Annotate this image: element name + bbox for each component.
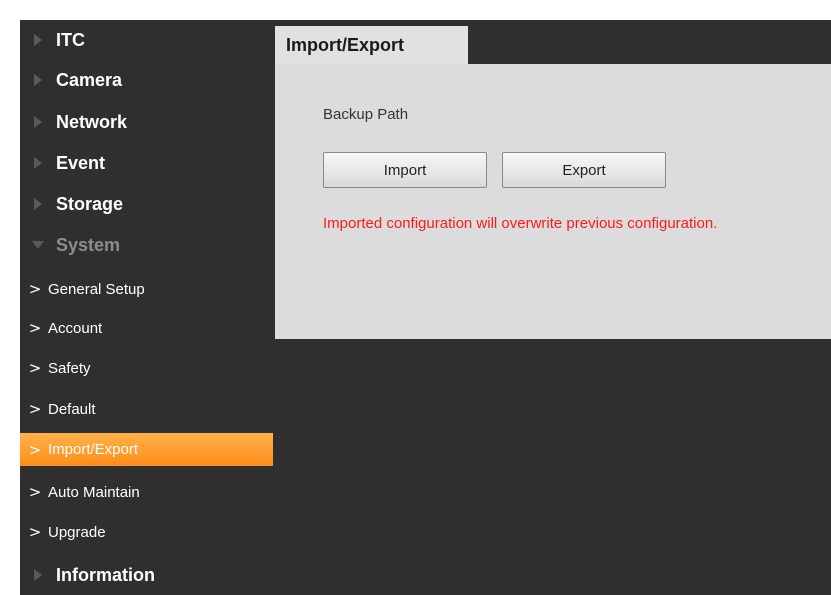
chevron-right-icon: > [28,440,42,459]
chevron-right-icon: > [28,319,42,337]
sidebar-subitem-label: Auto Maintain [48,483,140,501]
chevron-right-icon: > [28,400,42,418]
triangle-right-icon [34,198,42,210]
triangle-right-icon [34,74,42,86]
sidebar-item-label: Storage [56,193,124,214]
sidebar-subitem-upgrade[interactable]: > Upgrade [20,512,273,552]
sidebar-subitem-safety[interactable]: > Safety [20,348,273,388]
sidebar-item-label: Camera [56,69,123,90]
sidebar-item-label: System [56,234,121,255]
sidebar-item-system[interactable]: System [20,225,273,265]
sidebar-subitem-default[interactable]: > Default [20,389,273,429]
app-frame: ITC Camera Network Event Storage System … [20,20,831,595]
triangle-right-icon [34,157,42,169]
sidebar-item-information[interactable]: Information [20,555,273,595]
sidebar-item-label: Event [56,152,106,173]
sidebar-item-label: Information [56,564,155,585]
sidebar-subitem-label: Default [48,400,96,418]
sidebar-item-event[interactable]: Event [20,143,273,183]
sidebar-item-storage[interactable]: Storage [20,184,273,224]
sidebar-subitem-general-setup[interactable]: > General Setup [20,269,273,309]
chevron-right-icon: > [28,523,42,541]
overwrite-warning-text: Imported configuration will overwrite pr… [323,215,718,232]
sidebar-item-itc[interactable]: ITC [20,20,273,60]
triangle-right-icon [34,116,42,128]
sidebar-item-camera[interactable]: Camera [20,60,273,100]
triangle-down-icon [32,241,44,249]
sidebar-subitem-label: Account [48,319,103,337]
sidebar-subitem-label: Import/Export [48,441,139,458]
triangle-right-icon [34,34,42,46]
sidebar-item-label: Network [56,111,128,132]
import-export-panel: Backup Path Import Export Imported confi… [275,64,831,339]
triangle-right-icon [34,569,42,581]
sidebar-subitem-label: General Setup [48,280,145,298]
sidebar-subitem-import-export[interactable]: > Import/Export [20,433,273,466]
chevron-right-icon: > [28,280,42,298]
sidebar-menu: ITC Camera Network Event Storage System … [20,20,273,595]
sidebar-item-network[interactable]: Network [20,102,273,142]
sidebar-subitem-label: Safety [48,359,91,377]
chevron-right-icon: > [28,359,42,377]
sidebar-subitem-auto-maintain[interactable]: > Auto Maintain [20,472,273,512]
sidebar-subitem-label: Upgrade [48,523,106,541]
tab-import-export[interactable]: Import/Export [275,26,468,64]
import-button[interactable]: Import [323,152,487,188]
sidebar-subitem-account[interactable]: > Account [20,308,273,348]
sidebar-item-label: ITC [56,29,85,50]
export-button[interactable]: Export [502,152,666,188]
backup-path-label: Backup Path [323,106,409,123]
tab-label: Import/Export [286,34,405,55]
chevron-right-icon: > [28,483,42,501]
